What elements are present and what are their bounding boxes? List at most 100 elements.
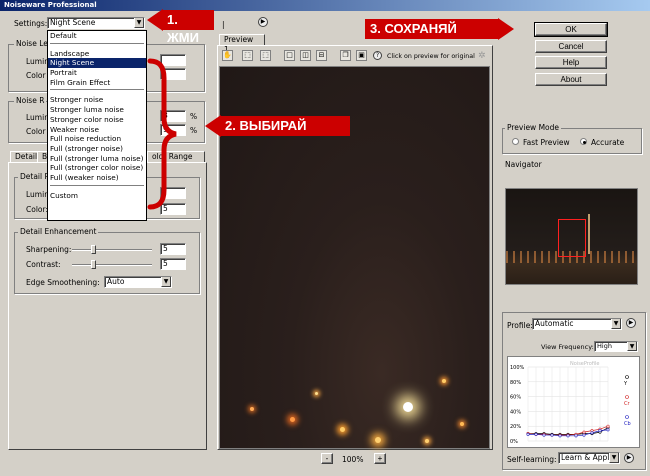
profile-point[interactable] [574,434,578,438]
single-view-icon[interactable]: □ [284,50,295,61]
menu-item[interactable]: Landscape [48,49,146,59]
profile-select[interactable]: Automatic ▼ [532,318,622,330]
help-icon[interactable]: ? [373,51,382,60]
ok-button[interactable]: OK [534,22,608,37]
street-light [250,407,254,411]
percent-label: % [190,126,198,135]
profile-point[interactable] [598,429,602,433]
channel-marker[interactable] [625,415,629,419]
zoom-out-button[interactable]: - [321,453,333,464]
profile-point[interactable] [582,430,586,434]
profile-point[interactable] [558,434,562,438]
channel-marker[interactable] [625,375,629,379]
contrast-slider-thumb[interactable] [91,260,96,269]
noise-profile-chart: 100% 80% 60% 40% 20% 0% NoiseProfile Y Cr Cb [510,361,631,445]
fast-preview-label: Fast Preview [523,138,570,147]
detail-enhancement-title: Detail Enhancement [18,227,99,236]
profile-point[interactable] [566,434,570,438]
settings-gear-icon[interactable]: ✲ [478,51,488,61]
play-icon[interactable]: ▶ [258,17,268,27]
contrast-input[interactable]: 5 [160,258,186,270]
sharpening-value: 5 [163,244,168,253]
self-learning-select[interactable]: Learn & Apply ▼ [558,452,620,464]
menu-item[interactable]: Full (stronger color noise) [48,163,146,173]
navigator-viewport-box[interactable] [558,219,586,257]
profile-point[interactable] [606,424,610,428]
channel-label: Cb [624,421,631,427]
profile-point[interactable] [550,433,554,437]
copy-icon[interactable]: ❐ [340,50,351,61]
chevron-down-icon[interactable]: ▼ [134,18,144,28]
profile-point[interactable] [534,432,538,436]
play-icon[interactable]: ▶ [626,318,636,328]
menu-item[interactable]: Night Scene [48,58,146,69]
fast-preview-radio[interactable] [512,138,519,145]
profile-point[interactable] [582,433,586,437]
about-button[interactable]: About [535,73,607,86]
chevron-down-icon[interactable]: ▼ [627,342,637,351]
settings-select-value: Night Scene [50,18,96,27]
view-frequency-select[interactable]: High ▼ [594,341,638,352]
annotation-brace-icon [147,58,177,210]
y-tick-label: 80% [510,380,521,386]
zoom-in-button[interactable]: + [374,453,386,464]
y-tick-label: 40% [510,409,521,415]
cancel-button[interactable]: Cancel [535,40,607,53]
split-horizontal-icon[interactable]: ⊟ [316,50,327,61]
menu-item[interactable]: Full (stronger luma noise) [48,154,146,164]
menu-item[interactable]: Weaker noise [48,125,146,135]
sharpening-slider[interactable] [72,249,152,251]
street-light [315,392,318,395]
graph-watermark: NoiseProfile [570,361,599,367]
zoom-level: 100% [342,455,364,464]
menu-item[interactable]: Full noise reduction [48,134,146,144]
menu-item[interactable]: Portrait [48,68,146,78]
menu-item[interactable]: Custom [48,191,146,201]
chevron-down-icon[interactable]: ▼ [609,453,619,463]
preview-hint: Click on preview for original [387,53,475,60]
profile-point[interactable] [542,433,546,437]
tab-preview-1[interactable]: Preview 1 [219,34,265,54]
profile-point[interactable] [526,432,530,436]
contrast-label: Contrast: [26,260,61,269]
channel-marker[interactable] [625,395,629,399]
menu-item[interactable]: Default [48,31,146,41]
sharpening-slider-thumb[interactable] [91,245,96,254]
profile-point[interactable] [606,428,610,432]
view-frequency-label: View Frequency: [541,343,594,351]
chevron-down-icon[interactable]: ▼ [611,319,621,329]
menu-item[interactable]: Stronger luma noise [48,105,146,115]
street-light [425,439,429,443]
play-icon[interactable]: ▶ [624,453,634,463]
chevron-down-icon[interactable]: ▼ [161,277,171,287]
select-tool-icon[interactable]: ⬚ [260,50,271,61]
profile-point[interactable] [590,431,594,435]
hand-tool-icon[interactable]: ✋ [222,50,233,61]
channel-label: Y [623,381,628,387]
sharpening-input[interactable]: 5 [160,243,186,255]
help-button[interactable]: Help [535,56,607,69]
street-light [375,437,381,443]
menu-item[interactable]: Stronger noise [48,95,146,105]
split-vertical-icon[interactable]: ◫ [300,50,311,61]
channel-label: Cr [624,401,630,407]
marquee-tool-icon[interactable]: ⬚ [242,50,253,61]
contrast-slider[interactable] [72,264,152,266]
profile-value: Automatic [535,319,574,328]
accurate-radio[interactable] [580,138,587,145]
street-light [442,379,446,383]
save-preview-icon[interactable]: ▣ [356,50,367,61]
settings-dropdown-menu[interactable]: Default Landscape Night Scene Portrait Film … [47,30,147,221]
menu-item[interactable]: Film Grain Effect [48,78,146,88]
settings-select[interactable]: Night Scene ▼ [47,17,145,29]
noise-level-title: Noise Le [14,39,50,48]
edge-smoothening-select[interactable]: Auto ▼ [104,276,172,288]
menu-item[interactable]: Full (weaker noise) [48,173,146,183]
navigator-thumbnail[interactable] [505,188,639,285]
noise-profile-graph: 100% 80% 60% 40% 20% 0% NoiseProfile Y Cr Cb [507,356,640,448]
menu-item[interactable]: Stronger color noise [48,115,146,125]
menu-item[interactable]: Full (stronger noise) [48,144,146,154]
noise-level-color-label: Color [26,71,46,80]
noise-reduction-color-label: Color [26,127,46,136]
street-light [340,427,345,432]
